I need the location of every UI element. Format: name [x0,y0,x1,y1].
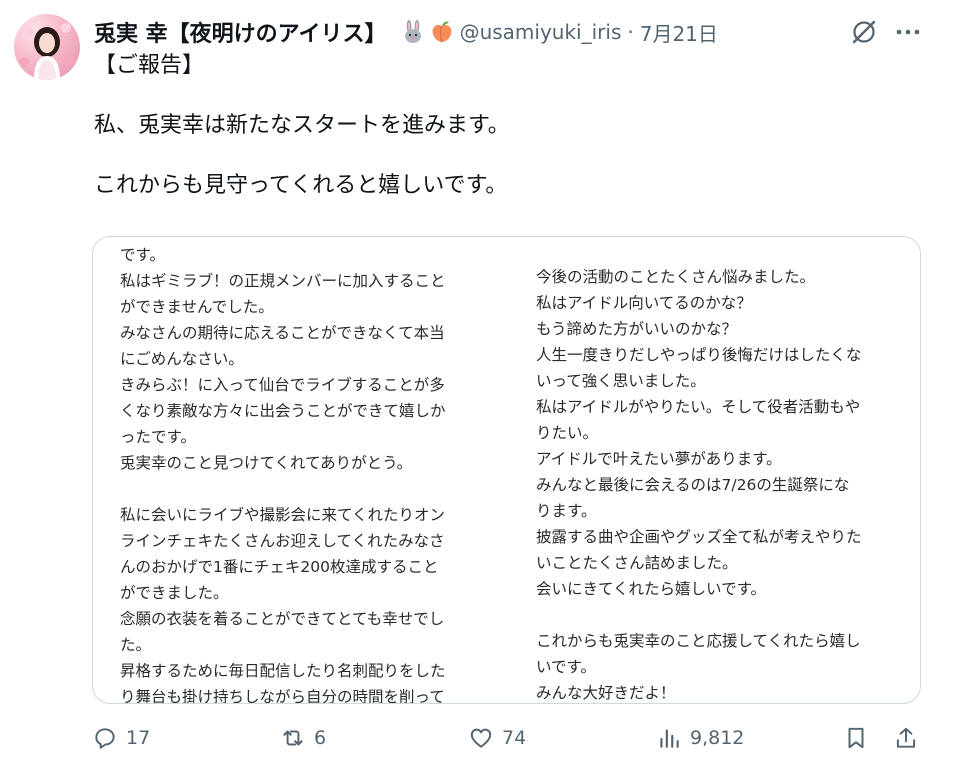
image-text-line: 私はアイドルがやりたい。そして役者活動もや [536,398,861,416]
image-text-line: 兎実幸のこと見つけてくれてありがとう。 [120,454,413,472]
image-text-line: みなさんの期待に応えることができなくて本当 [120,324,445,342]
views-icon [660,729,679,748]
image-text-line: んのおかげで1番にチェキ200枚達成すること [120,558,439,576]
image-text-line: た。 [120,636,152,654]
image-text-line: 披露する曲や企画やグッズ全て私が考えやりた [536,528,862,546]
image-text-line: いって強く思いました。 [536,372,706,390]
image-text-line: 今後の活動のことたくさん悩みました。 [536,268,816,286]
image-text-line: みんなと最後に会えるのは7/26の生誕祭にな [536,476,850,494]
image-text-line: にごめんなさい。 [120,350,244,368]
image-text-line: 私に会いにライブや撮影会に来てくれたりオン [120,506,446,524]
like-icon [470,728,492,748]
image-text-line: これからも兎実幸のこと応援してくれたら嬉し [536,632,861,650]
action-bar: 17 6 74 9,812 [0,718,966,758]
display-name[interactable]: 兎実 幸【夜明けのアイリス】 [94,16,387,48]
image-text-line: です。 [120,246,165,264]
image-text-line: 念願の衣装を着ることができてとても幸せでし [120,610,445,628]
image-text-line: きみらぶ！に入って仙台でライブすることが多 [120,376,445,394]
reply-button[interactable]: 17 [92,724,150,752]
image-text-line: みんな大好きだよ！ [536,684,676,702]
image-text-line: ラインチェキたくさんお迎えしてくれたみなさ [120,532,445,550]
rabbit-emoji-icon [401,20,425,44]
tweet-header: 兎実 幸【夜明けのアイリス】 @usamiyuki_iris · 7月21日 [94,14,718,50]
reply-count: 17 [126,727,151,749]
image-text-line [536,602,906,628]
image-text-line [120,476,500,502]
image-text-line: もう諦めた方がいいのかな？ [536,320,738,338]
image-text-line: りたい。 [536,424,599,442]
image-text-line: くなり素敵な方々に出会うことができて嬉しか [120,402,446,420]
like-count: 74 [502,727,527,749]
image-text-line: アイドルで叶えたい夢があります。 [536,450,782,468]
grok-icon[interactable] [850,18,878,46]
separator-dot: · [627,20,634,44]
image-text-line: 人生一度きりだしやっぱり後悔だけはしたくな [536,346,862,364]
reply-icon [95,728,115,749]
user-handle[interactable]: @usamiyuki_iris [460,20,622,44]
bookmark-icon [848,727,864,749]
share-button[interactable] [893,724,919,752]
image-text-line: ができました。 [120,584,229,602]
views-button[interactable]: 9,812 [656,724,744,752]
share-icon [896,727,916,748]
image-text-line: ります。 [536,502,597,520]
image-text-line: 私はアイドル向いてるのかな？ [536,294,752,312]
image-text-line: 会いにきてくれたら嬉しいです。 [536,580,767,598]
more-options-icon[interactable] [894,18,922,46]
image-text-line: いことたくさん詰めました。 [536,554,738,572]
image-text-left-column: です。私はギミラブ！の正規メンバーに加入すること ができませんでした。みなさんの期… [120,242,500,704]
image-text-line: ったです。 [120,428,196,446]
attached-image[interactable]: です。私はギミラブ！の正規メンバーに加入すること ができませんでした。みなさんの期… [92,236,921,704]
avatar[interactable] [14,14,80,80]
repost-count: 6 [314,727,327,749]
image-text-line: 私はギミラブ！の正規メンバーに加入すること [120,272,446,290]
image-text-line: いです。 [536,658,596,676]
image-text-line: り舞台も掛け持ちしながら自分の時間を削って [120,688,445,704]
image-text-right-column: 今後の活動のことたくさん悩みました。 私はアイドル向いてるのかな？ もう諦めた方がい… [536,264,906,703]
repost-button[interactable]: 6 [280,724,326,752]
tweet-text: 【ご報告】 私、兎実幸は新たなスタートを進みます。 これからも見守ってくれると嬉… [94,53,510,198]
tweet-date[interactable]: 7月21日 [640,18,718,47]
image-text-line: ができませんでした。 [120,298,274,316]
avatar-image [19,23,75,80]
image-text-line: 昇格するために毎日配信したり名刺配りをした [120,662,446,680]
peach-emoji-icon [430,20,454,44]
like-button[interactable]: 74 [468,724,526,752]
views-count: 9,812 [690,727,745,749]
bookmark-button[interactable] [843,724,869,752]
repost-icon [283,730,303,746]
